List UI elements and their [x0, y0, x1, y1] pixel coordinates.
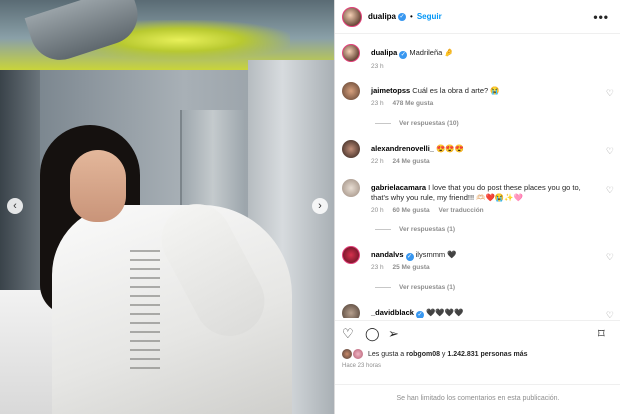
- comment-likes[interactable]: 25 Me gusta: [392, 264, 429, 271]
- comment-likes[interactable]: 478 Me gusta: [392, 100, 433, 107]
- comment-username[interactable]: gabrielacamara: [371, 183, 426, 192]
- comment-body: ilysmmm 🖤: [415, 250, 457, 259]
- translate-button[interactable]: Ver traducción: [439, 207, 484, 214]
- likes-user[interactable]: robgom08: [406, 351, 440, 358]
- commenter-avatar[interactable]: [342, 304, 360, 318]
- author-username[interactable]: dualipa: [368, 12, 396, 21]
- bookmark-icon[interactable]: ⌑: [598, 327, 605, 340]
- comment-username[interactable]: _davidblack: [371, 308, 414, 317]
- post-sidebar: dualipa ✓ • Seguir ••• dualipa ✓ Madrileñ…: [334, 0, 620, 414]
- comment-like-heart-icon[interactable]: ♡: [606, 310, 614, 318]
- comments-limited-notice: Se han limitado los comentarios en esta …: [335, 384, 620, 414]
- comment-time: 22 h: [371, 158, 384, 165]
- comment-username[interactable]: nandalvs: [371, 250, 404, 259]
- post-header: dualipa ✓ • Seguir •••: [335, 0, 620, 34]
- more-options-icon[interactable]: •••: [593, 10, 609, 24]
- comment-text: gabrielacamara I love that you do post t…: [371, 183, 591, 203]
- comment-username[interactable]: jaimetopss: [371, 86, 410, 95]
- comment-like-heart-icon[interactable]: ♡: [606, 88, 614, 99]
- comment-like-heart-icon[interactable]: ♡: [606, 185, 614, 196]
- comment-time: 23 h: [371, 100, 384, 107]
- comment-like-heart-icon[interactable]: ♡: [606, 146, 614, 157]
- comment-meta: 22 h 24 Me gusta: [371, 158, 437, 165]
- liker-avatar: [342, 349, 352, 359]
- likes-summary[interactable]: Les gusta a robgom08 y 1.242.831 persona…: [342, 349, 528, 359]
- caption-text: dualipa ✓ Madrileña 🤌: [371, 48, 591, 59]
- view-replies-button[interactable]: Ver respuestas (10): [375, 120, 459, 127]
- commenter-avatar[interactable]: [342, 179, 360, 197]
- header-separator: •: [410, 12, 413, 21]
- view-replies-button[interactable]: Ver respuestas (1): [375, 226, 455, 233]
- heart-icon[interactable]: ♡: [342, 327, 354, 340]
- caption-avatar[interactable]: [342, 44, 360, 62]
- commenter-avatar[interactable]: [342, 82, 360, 100]
- comment-likes[interactable]: 60 Me gusta: [392, 207, 429, 214]
- view-replies-button[interactable]: Ver respuestas (1): [375, 284, 455, 291]
- comment-body: 😍😍😍: [436, 144, 465, 153]
- caption-body: Madrileña 🤌: [409, 48, 454, 57]
- likes-text: Les gusta a robgom08 y 1.242.831 persona…: [368, 351, 528, 358]
- previous-image-button[interactable]: ‹: [7, 198, 23, 214]
- caption-meta: 23 h: [371, 63, 391, 70]
- comment-body: 🖤🖤🖤🖤: [426, 308, 464, 317]
- verified-badge-icon: ✓: [415, 311, 424, 318]
- outfit-lacing: [130, 250, 160, 370]
- post-timestamp: Hace 23 horas: [342, 363, 382, 369]
- comment-body: Cuál es la obra d arte? 😭: [412, 86, 500, 95]
- share-icon[interactable]: ➢: [388, 327, 399, 340]
- comment-username[interactable]: alexandrenovelli_: [371, 144, 434, 153]
- post-image[interactable]: ‹ ›: [0, 0, 334, 414]
- follow-button[interactable]: Seguir: [417, 12, 442, 21]
- author-avatar[interactable]: [342, 6, 362, 27]
- post-actions-bar: ♡ ◯ ➢ ⌑: [335, 320, 620, 348]
- comment-time: 23 h: [371, 264, 384, 271]
- next-image-button[interactable]: ›: [312, 198, 328, 214]
- liker-avatar: [353, 349, 363, 359]
- caption-username[interactable]: dualipa: [371, 48, 397, 57]
- likes-count[interactable]: 1.242.831 personas más: [447, 351, 527, 358]
- comment-time: 20 h: [371, 207, 384, 214]
- comment-text: nandalvs ✓ ilysmmm 🖤: [371, 250, 591, 261]
- comment-meta: 23 h 25 Me gusta: [371, 264, 437, 271]
- verified-badge-icon: ✓: [405, 253, 414, 261]
- caption-time: 23 h: [371, 63, 384, 70]
- likes-prefix: Les gusta a: [368, 350, 407, 358]
- verified-badge-icon: ✓: [398, 12, 407, 21]
- comment-meta: 23 h 478 Me gusta: [371, 100, 440, 107]
- comments-list[interactable]: dualipa ✓ Madrileña 🤌 23 h jaimetopss Cuá…: [335, 36, 620, 318]
- commenter-avatar[interactable]: [342, 246, 360, 264]
- comment-text: alexandrenovelli_ 😍😍😍: [371, 144, 591, 154]
- comment-text: jaimetopss Cuál es la obra d arte? 😭: [371, 86, 591, 96]
- verified-badge-icon: ✓: [399, 51, 408, 59]
- comment-icon[interactable]: ◯: [365, 327, 380, 340]
- comment-meta: 20 h 60 Me gusta Ver traducción: [371, 207, 491, 214]
- comment-text: _davidblack ✓ 🖤🖤🖤🖤: [371, 308, 591, 318]
- person-face: [70, 150, 126, 222]
- comment-likes[interactable]: 24 Me gusta: [392, 158, 429, 165]
- comment-like-heart-icon[interactable]: ♡: [606, 252, 614, 263]
- commenter-avatar[interactable]: [342, 140, 360, 158]
